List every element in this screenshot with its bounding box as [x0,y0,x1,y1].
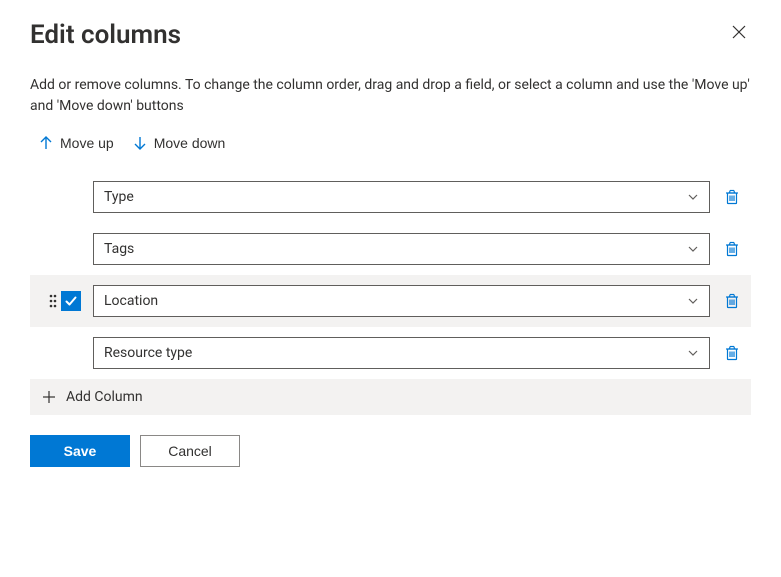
column-select-value: Tags [104,241,134,257]
chevron-down-icon [687,295,699,307]
arrow-down-icon [132,135,148,151]
column-select[interactable]: Type [93,181,710,213]
column-row: Type [30,171,751,223]
trash-icon [724,345,740,361]
drag-area [30,291,85,311]
column-select-value: Location [104,293,158,309]
chevron-down-icon [687,243,699,255]
add-column-button[interactable]: Add Column [30,379,751,415]
trash-icon [724,189,740,205]
chevron-down-icon [687,347,699,359]
move-down-button[interactable]: Move down [132,135,226,151]
move-up-label: Move up [60,135,114,151]
delete-column-button[interactable] [718,235,746,263]
close-button[interactable] [727,20,751,48]
move-up-button[interactable]: Move up [38,135,114,151]
delete-column-button[interactable] [718,287,746,315]
plus-icon [42,390,56,404]
checkmark-icon [64,294,78,308]
move-down-label: Move down [154,135,226,151]
panel-description: Add or remove columns. To change the col… [30,75,751,117]
panel-title: Edit columns [30,20,181,50]
columns-list: Type Tags [30,171,751,379]
row-checkbox[interactable] [61,291,81,311]
column-row: Location [30,275,751,327]
column-row: Resource type [30,327,751,379]
close-icon [731,24,747,40]
column-row: Tags [30,223,751,275]
column-select[interactable]: Resource type [93,337,710,369]
drag-handle-icon[interactable] [49,294,57,308]
chevron-down-icon [687,191,699,203]
arrow-up-icon [38,135,54,151]
add-column-label: Add Column [66,389,143,405]
save-button[interactable]: Save [30,435,130,467]
trash-icon [724,293,740,309]
cancel-button[interactable]: Cancel [140,435,240,467]
column-select-value: Type [104,189,134,205]
delete-column-button[interactable] [718,339,746,367]
column-select[interactable]: Location [93,285,710,317]
delete-column-button[interactable] [718,183,746,211]
column-select[interactable]: Tags [93,233,710,265]
column-select-value: Resource type [104,345,192,361]
trash-icon [724,241,740,257]
